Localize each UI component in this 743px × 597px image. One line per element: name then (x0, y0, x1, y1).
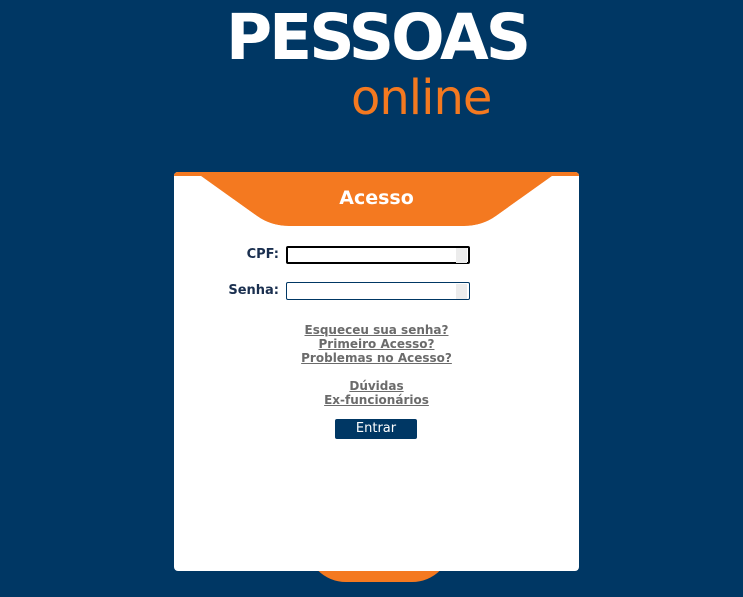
password-input-scroll (456, 284, 467, 299)
forgot-password-link[interactable]: Esqueceu sua senha? (174, 323, 579, 337)
logo-main-text: PESSOAS (226, 1, 531, 74)
password-input[interactable] (286, 282, 470, 300)
cpf-row: CPF: (174, 246, 579, 266)
help-links: Esqueceu sua senha? Primeiro Acesso? Pro… (174, 323, 579, 407)
pessoas-online-logo: PESSOAS online (0, 0, 743, 140)
senha-label: Senha: (228, 283, 279, 298)
login-card: Acesso CPF: Senha: Esqueceu sua senha? P… (174, 172, 579, 571)
card-header: Acesso (174, 172, 579, 226)
access-problems-link[interactable]: Problemas no Acesso? (174, 351, 579, 365)
former-employees-link[interactable]: Ex-funcionários (174, 393, 579, 407)
cpf-input[interactable] (286, 246, 470, 264)
logo-sub-text: online (351, 70, 492, 126)
cpf-label: CPF: (246, 247, 279, 262)
first-access-link[interactable]: Primeiro Acesso? (174, 337, 579, 351)
card-title: Acesso (339, 187, 414, 209)
senha-row: Senha: (174, 282, 579, 302)
login-page: PESSOAS online Acesso CPF: Senha: Esquec… (0, 0, 743, 597)
cpf-input-scroll (456, 248, 467, 263)
links-spacer (174, 365, 579, 379)
questions-link[interactable]: Dúvidas (174, 379, 579, 393)
enter-button[interactable]: Entrar (335, 419, 417, 439)
